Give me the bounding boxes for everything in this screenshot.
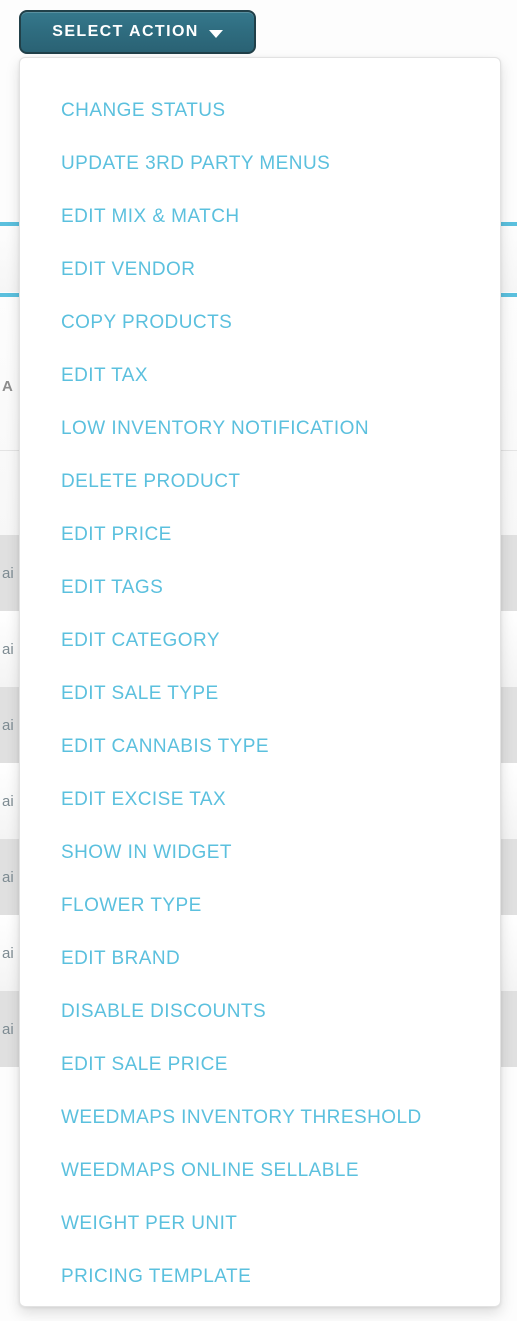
menu-item-edit-sale-price[interactable]: EDIT SALE PRICE — [20, 1038, 500, 1091]
menu-item-edit-excise-tax[interactable]: EDIT EXCISE TAX — [20, 773, 500, 826]
menu-item-show-in-widget[interactable]: SHOW IN WIDGET — [20, 826, 500, 879]
menu-item-edit-mix-and-match[interactable]: EDIT MIX & MATCH — [20, 190, 500, 243]
menu-item-delete-product[interactable]: DELETE PRODUCT — [20, 455, 500, 508]
menu-item-edit-category[interactable]: EDIT CATEGORY — [20, 614, 500, 667]
menu-item-change-status[interactable]: CHANGE STATUS — [20, 84, 500, 137]
menu-item-pricing-template[interactable]: PRICING TEMPLATE — [20, 1250, 500, 1303]
menu-item-edit-sale-type[interactable]: EDIT SALE TYPE — [20, 667, 500, 720]
menu-item-low-inventory-notification[interactable]: LOW INVENTORY NOTIFICATION — [20, 402, 500, 455]
menu-item-update-3rd-party-menus[interactable]: UPDATE 3RD PARTY MENUS — [20, 137, 500, 190]
menu-item-copy-products[interactable]: COPY PRODUCTS — [20, 296, 500, 349]
menu-item-flower-type[interactable]: FLOWER TYPE — [20, 879, 500, 932]
menu-item-edit-price[interactable]: EDIT PRICE — [20, 508, 500, 561]
table-row-text: ai — [2, 564, 14, 582]
table-row-text: ai — [2, 1020, 14, 1038]
table-row-text: ai — [2, 944, 14, 962]
menu-item-edit-brand[interactable]: EDIT BRAND — [20, 932, 500, 985]
table-row-text: ai — [2, 640, 14, 658]
table-row-text: ai — [2, 792, 14, 810]
menu-item-edit-vendor[interactable]: EDIT VENDOR — [20, 243, 500, 296]
table-header-cell: A — [2, 377, 14, 395]
menu-item-edit-cannabis-type[interactable]: EDIT CANNABIS TYPE — [20, 720, 500, 773]
action-dropdown-menu: CHANGE STATUS UPDATE 3RD PARTY MENUS EDI… — [19, 57, 501, 1307]
table-row-text: ai — [2, 716, 14, 734]
menu-item-edit-tags[interactable]: EDIT TAGS — [20, 561, 500, 614]
table-row-text: ai — [2, 868, 14, 886]
chevron-down-icon — [208, 29, 223, 38]
select-action-button[interactable]: SELECT ACTION — [19, 10, 256, 54]
menu-item-weedmaps-inventory-threshold[interactable]: WEEDMAPS INVENTORY THRESHOLD — [20, 1091, 500, 1144]
menu-item-edit-tax[interactable]: EDIT TAX — [20, 349, 500, 402]
menu-item-weight-per-unit[interactable]: WEIGHT PER UNIT — [20, 1197, 500, 1250]
select-action-label: SELECT ACTION — [52, 23, 199, 40]
menu-item-disable-discounts[interactable]: DISABLE DISCOUNTS — [20, 985, 500, 1038]
menu-item-weedmaps-online-sellable[interactable]: WEEDMAPS ONLINE SELLABLE — [20, 1144, 500, 1197]
